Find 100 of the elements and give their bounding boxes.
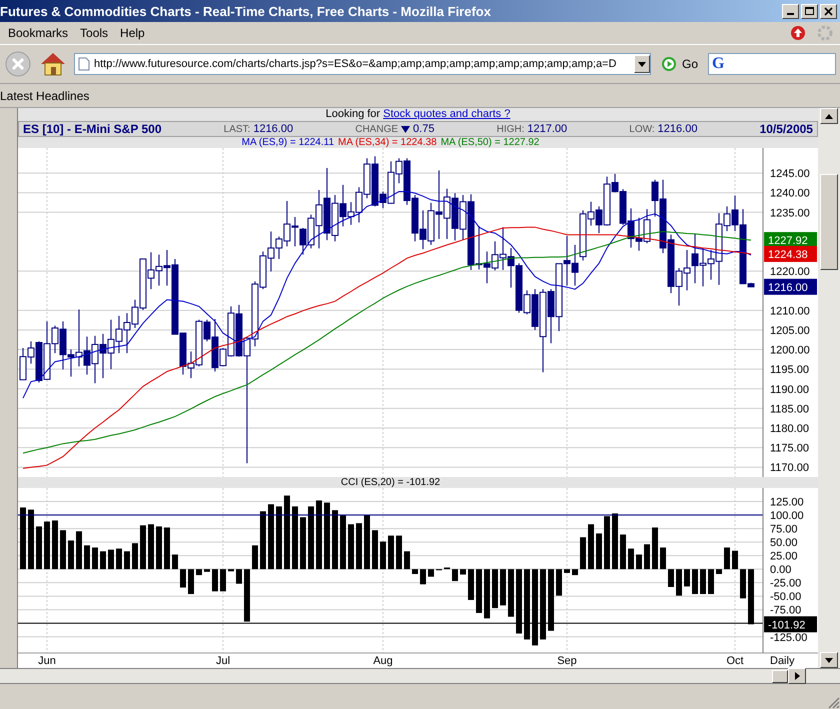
scroll-right-button[interactable] [788, 668, 806, 684]
update-alert-icon[interactable] [790, 25, 806, 41]
cci-bar [308, 506, 314, 570]
cci-bar [60, 530, 66, 570]
cci-bar [580, 537, 586, 570]
cci-bar [380, 542, 386, 570]
cci-bar [292, 506, 298, 570]
axis-label: 1205.00 [770, 324, 810, 337]
page-icon [78, 57, 90, 71]
search-field[interactable]: G [708, 53, 836, 75]
scroll-up-button[interactable] [820, 108, 838, 124]
cci-bar [716, 569, 722, 574]
minimize-icon [787, 13, 794, 15]
cci-bar [452, 569, 458, 582]
cci-bar [708, 569, 714, 594]
month-label: Aug [373, 655, 393, 667]
down-arrow-icon [825, 658, 833, 662]
bookmark-item[interactable]: Latest Headlines [0, 88, 90, 102]
cci-bar [204, 569, 210, 572]
axis-label: 1200.00 [770, 344, 810, 357]
axis-label: 1175.00 [770, 442, 809, 455]
cci-bar [556, 569, 562, 596]
cci-bar [148, 524, 154, 570]
maximize-icon [804, 6, 814, 16]
cci-bar [684, 569, 690, 586]
price-marker: 1216.00 [764, 278, 817, 295]
cci-bar [228, 569, 234, 572]
cci-bar [260, 511, 266, 570]
quote-label: LAST: [224, 124, 250, 134]
cci-bar [300, 517, 306, 570]
cci-bar [188, 569, 194, 594]
window-title: Futures & Commodities Charts - Real-Time Charts, Free Charts - Mozilla Firefox [0, 4, 492, 18]
cci-bar [492, 569, 498, 608]
menu-item[interactable]: Help [114, 26, 151, 40]
cci-bar [612, 513, 618, 570]
cci-bar [348, 524, 354, 570]
cci-bar [468, 569, 474, 600]
cci-bar [724, 548, 730, 570]
cci-bar [332, 510, 338, 570]
month-label: Jul [216, 655, 230, 667]
scrollbar-thumb[interactable] [820, 174, 838, 270]
axis-label: 1180.00 [770, 422, 809, 435]
stop-button[interactable] [4, 50, 32, 78]
dropdown-button[interactable] [634, 55, 650, 73]
cci-marker: -101.92 [764, 616, 817, 632]
cci-bar [732, 550, 738, 570]
cci-bar [100, 551, 106, 570]
axis-label: 100.00 [770, 510, 804, 522]
address-field[interactable]: http://www.futuresource.com/charts/charts.jsp?s=ES&o=&amp;amp;amp;amp;amp;amp;amp;amp;amp;a=D [74, 53, 651, 75]
search-engine-logo[interactable]: G [712, 55, 724, 73]
stock-quotes-link[interactable]: Stock quotes and charts ? [383, 108, 510, 120]
quote-value: 1216.00 [253, 123, 294, 135]
cci-bar [620, 534, 626, 570]
minimize-button[interactable] [782, 4, 799, 18]
menu-item[interactable]: Bookmarks [2, 26, 74, 40]
quote-label: LOW: [629, 124, 655, 134]
right-arrow-icon [794, 672, 800, 680]
axis-label: 1185.00 [770, 403, 809, 416]
cci-bar [324, 502, 330, 570]
cci-bar [28, 510, 34, 570]
cci-bar [172, 554, 178, 570]
cci-bar [252, 545, 258, 570]
cci-bar [372, 530, 378, 570]
axis-label: 25.00 [770, 550, 798, 563]
scroll-down-button[interactable] [820, 652, 838, 668]
scrollbar-thumb[interactable] [772, 670, 788, 682]
cci-bar [428, 569, 434, 577]
go-button[interactable]: Go [656, 56, 702, 72]
axis-label: 75.00 [770, 524, 798, 536]
up-arrow-icon [825, 114, 833, 118]
cci-bar [356, 523, 362, 570]
resize-grip-icon [826, 695, 840, 709]
axis-label: -50.00 [770, 591, 802, 604]
cci-bar [412, 569, 418, 574]
cci-bar [404, 551, 410, 570]
cci-bar [652, 528, 658, 570]
cci-bar [132, 543, 138, 570]
cci-bar [540, 569, 546, 640]
cci-bar [460, 569, 466, 575]
quote-label: CHANGE [355, 124, 398, 134]
quote-value: 1217.00 [527, 123, 568, 135]
close-button[interactable] [820, 4, 837, 18]
axis-label: 1245.00 [770, 168, 810, 180]
cci-bar [244, 569, 250, 622]
cci-bar [36, 526, 42, 570]
cci-bar [396, 536, 402, 570]
cci-bar [180, 569, 186, 588]
cci-bar [388, 536, 394, 570]
cci-bar [740, 569, 746, 598]
cci-bar [44, 522, 50, 570]
cci-bar [660, 548, 666, 570]
axis-label: 1170.00 [770, 462, 809, 474]
indicator-title: CCI (ES,20) = -101.92 [340, 477, 442, 488]
maximize-button[interactable] [801, 4, 818, 18]
axis-label: 1190.00 [770, 384, 809, 396]
cci-bar [220, 569, 226, 592]
menu-item[interactable]: Tools [74, 26, 114, 40]
cci-bar [276, 506, 282, 570]
axis-label: -25.00 [770, 578, 802, 590]
cci-bar [68, 540, 74, 570]
